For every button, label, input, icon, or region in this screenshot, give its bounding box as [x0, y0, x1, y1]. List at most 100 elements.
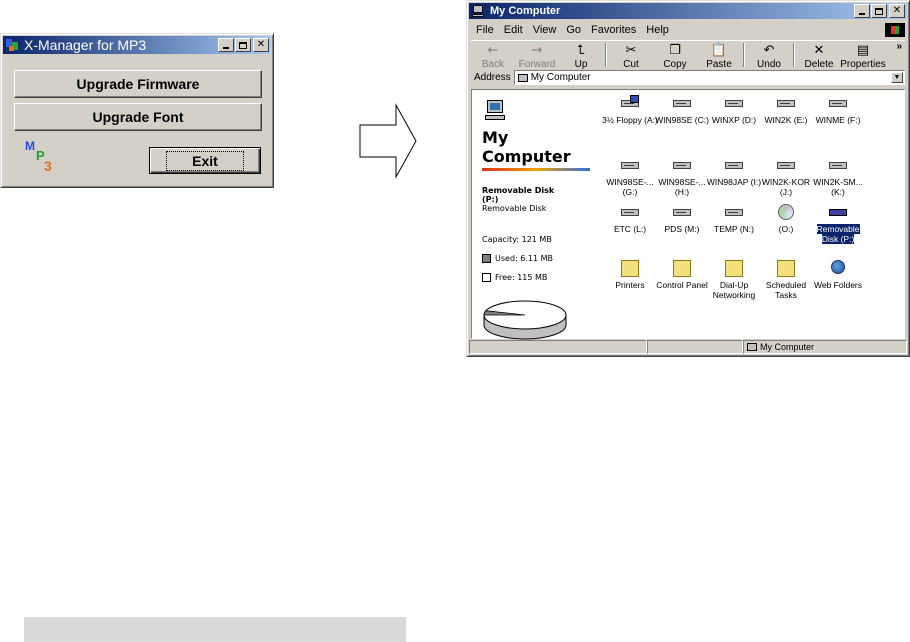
- drive-icon: [722, 204, 746, 222]
- drive-item-web-folders[interactable]: Web Folders: [808, 260, 868, 290]
- drive-item-removable-disk-p[interactable]: Removable Disk (P:): [808, 204, 868, 245]
- menu-view[interactable]: View: [528, 24, 562, 36]
- menu-favorites[interactable]: Favorites: [586, 24, 641, 36]
- menu-edit[interactable]: Edit: [499, 24, 528, 36]
- paste-button[interactable]: 📋 Paste: [697, 41, 741, 71]
- my-computer-large-icon: [485, 100, 507, 122]
- mp3-logo: M P 3: [25, 139, 52, 174]
- pane-heading-line2: Computer: [482, 147, 571, 166]
- used-row: Used: 6.11 MB: [482, 254, 553, 263]
- address-dropdown-button[interactable]: ▼: [891, 72, 903, 83]
- undo-icon: ↶: [763, 43, 775, 58]
- properties-button[interactable]: ▤ Properties: [840, 41, 886, 71]
- drive-item-o[interactable]: (O:): [756, 204, 816, 234]
- drive-item-label: WINME (F:): [815, 115, 861, 125]
- capacity-text: Capacity: 121 MB: [482, 235, 552, 244]
- computer-icon: [517, 73, 528, 82]
- status-bar: My Computer: [469, 340, 907, 354]
- drive-item-win98se-c[interactable]: WIN98SE (C:): [652, 95, 712, 125]
- drive-item-label: Scheduled Tasks: [765, 280, 807, 300]
- toolbar-separator: [743, 43, 745, 67]
- drive-item-win98jap-i[interactable]: WIN98JAP (I:): [704, 157, 764, 187]
- drive-item-printers[interactable]: Printers: [600, 260, 660, 290]
- drive-item-pds-m[interactable]: PDS (M:): [652, 204, 712, 234]
- xmanager-titlebar[interactable]: X-Manager for MP3 ✕: [3, 36, 271, 54]
- menu-go[interactable]: Go: [561, 24, 586, 36]
- up-button[interactable]: ⮤ Up: [559, 41, 603, 71]
- close-button[interactable]: ✕: [253, 38, 269, 52]
- delete-x-icon: ✕: [813, 43, 825, 58]
- status-cell-3: My Computer: [743, 340, 907, 354]
- drive-item-win2k-kor-j[interactable]: WIN2K-KOR (J:): [756, 157, 816, 197]
- web-folders-globe-icon: [826, 260, 850, 278]
- explorer-titlebar[interactable]: My Computer ✕: [469, 3, 907, 19]
- minimize-icon: [859, 13, 865, 15]
- maximize-button[interactable]: [235, 38, 251, 52]
- folder-icon: [618, 260, 642, 278]
- used-swatch: [482, 254, 491, 263]
- mp3-app-icon: [6, 38, 20, 52]
- drive-item-dial-up-networking[interactable]: Dial-Up Networking: [704, 260, 764, 300]
- minimize-icon: [223, 47, 229, 49]
- undo-button[interactable]: ↶ Undo: [747, 41, 791, 71]
- toolbar: ← Back → Forward ⮤ Up ✂ Cut ❐ Copy 📋 Paste ↶ Un…: [471, 40, 905, 71]
- address-value: My Computer: [530, 72, 591, 83]
- drive-item-winme-f[interactable]: WINME (F:): [808, 95, 868, 125]
- bottom-bar: [24, 617, 406, 642]
- toolbar-separator: [605, 43, 607, 67]
- drive-item-control-panel[interactable]: Control Panel: [652, 260, 712, 290]
- forward-arrow-icon: →: [531, 43, 543, 58]
- floppy-drive-icon: [618, 95, 642, 113]
- drive-item-label: WIN98SE-... (G:): [606, 177, 654, 197]
- drive-item-win2k-sm-k[interactable]: WIN2K-SM... (K:): [808, 157, 868, 197]
- upgrade-font-button[interactable]: Upgrade Font: [14, 103, 262, 131]
- explorer-minimize-button[interactable]: [854, 4, 870, 18]
- drive-item-etc-l[interactable]: ETC (L:): [600, 204, 660, 234]
- back-arrow-icon: ←: [487, 43, 499, 58]
- toolbar-separator: [793, 43, 795, 67]
- drive-item-label: WIN2K-KOR (J:): [761, 177, 811, 197]
- explorer-title: My Computer: [490, 5, 561, 17]
- drive-item-label: PDS (M:): [664, 224, 700, 234]
- exit-label: Exit: [166, 150, 244, 171]
- drive-item-label: WINXP (D:): [711, 115, 757, 125]
- folder-icon: [670, 260, 694, 278]
- address-bar: Address My Computer ▼: [471, 69, 905, 86]
- toolbar-overflow-icon[interactable]: »: [896, 41, 905, 52]
- folder-icon: [774, 260, 798, 278]
- pane-heading-line1: My: [482, 128, 509, 147]
- delete-button[interactable]: ✕ Delete: [797, 41, 841, 71]
- drive-item-win2k-e[interactable]: WIN2K (E:): [756, 95, 816, 125]
- menu-help[interactable]: Help: [641, 24, 674, 36]
- exit-button[interactable]: Exit: [149, 147, 261, 174]
- minimize-button[interactable]: [218, 38, 234, 52]
- drive-item-win98se-g[interactable]: WIN98SE-... (G:): [600, 157, 660, 197]
- drive-item-scheduled-tasks[interactable]: Scheduled Tasks: [756, 260, 816, 300]
- status-cell-1: [469, 340, 647, 354]
- maximize-icon: [875, 7, 883, 15]
- drive-item-label: WIN98JAP (I:): [706, 177, 762, 187]
- drive-item-label: Control Panel: [656, 280, 708, 290]
- address-label: Address: [474, 72, 511, 83]
- drive-item-temp-n[interactable]: TEMP (N:): [704, 204, 764, 234]
- drive-item-win98se-h[interactable]: WIN98SE-... (H:): [652, 157, 712, 197]
- forward-button[interactable]: → Forward: [515, 41, 559, 71]
- scissors-icon: ✂: [625, 43, 637, 58]
- xmanager-title: X-Manager for MP3: [24, 37, 147, 53]
- pane-heading: My Computer: [482, 128, 571, 166]
- drive-item-label: Removable Disk (P:): [815, 223, 861, 245]
- drive-item-3-floppy-a[interactable]: 3½ Floppy (A:): [600, 95, 660, 125]
- drive-item-winxp-d[interactable]: WINXP (D:): [704, 95, 764, 125]
- upgrade-firmware-button[interactable]: Upgrade Firmware: [14, 70, 262, 98]
- menu-file[interactable]: File: [471, 24, 499, 36]
- cd-drive-icon: [774, 204, 798, 222]
- explorer-maximize-button[interactable]: [871, 4, 887, 18]
- explorer-window: My Computer ✕ File Edit View Go Favorite…: [466, 0, 910, 357]
- computer-icon: [472, 4, 486, 18]
- drive-item-label: WIN98SE (C:): [655, 115, 709, 125]
- cut-button[interactable]: ✂ Cut: [609, 41, 653, 71]
- back-button[interactable]: ← Back: [471, 41, 515, 71]
- address-field[interactable]: My Computer ▼: [513, 70, 905, 85]
- copy-button[interactable]: ❐ Copy: [653, 41, 697, 71]
- explorer-close-button[interactable]: ✕: [889, 4, 905, 18]
